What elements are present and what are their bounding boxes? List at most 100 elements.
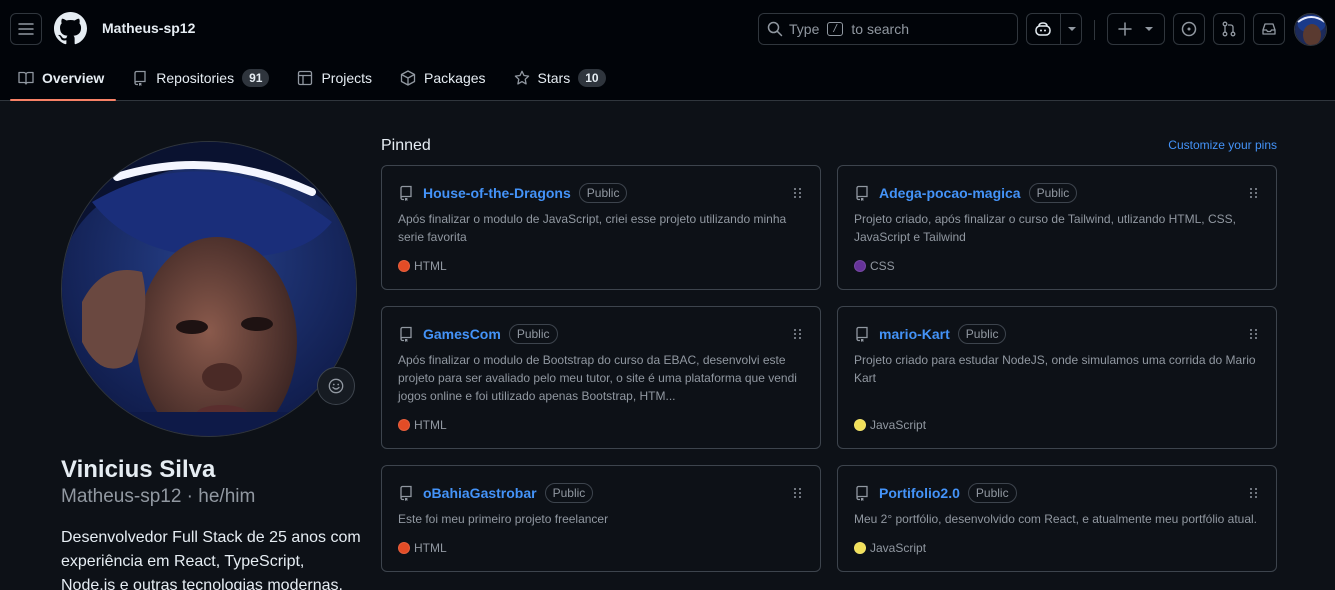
issues-button[interactable] [1173,13,1205,45]
menu-button[interactable] [10,13,42,45]
drag-handle-icon[interactable] [794,188,802,198]
profile-full-name: Vinicius Silva [61,456,216,483]
star-icon [514,70,529,85]
repo-description: Este foi meu primeiro projeto freelancer [398,512,609,526]
drag-handle-icon[interactable] [794,329,802,339]
language-name: HTML [414,259,447,273]
repo-language: HTML [398,541,447,555]
repo-description: Meu 2° portfólio, desenvolvido com React… [854,512,1258,526]
tab-overview[interactable]: Overview [10,60,117,101]
repo-name-link[interactable]: mario-Kart [879,326,950,342]
repo-name-link[interactable]: Portifolio2.0 [879,485,960,501]
pinned-repo-card: oBahiaGastrobar Public Este foi meu primei… [381,465,821,572]
repo-icon [134,70,146,86]
visibility-badge: Public [967,483,1017,503]
repo-description: Após finalizar o modulo de Bootstrap do … [398,353,797,403]
repo-description: Projeto criado para estudar NodeJS, onde… [854,353,1256,385]
pinned-repo-card: House-of-the-Dragons Public Após finalizar… [381,165,821,290]
customize-pins-link[interactable]: Customize your pins [1168,138,1277,152]
language-color-dot [854,260,866,272]
search-placeholder-suffix: to search [851,21,909,37]
tab-label: Packages [424,70,486,86]
profile-bio: Desenvolvedor Full Stack de 25 anos com … [61,529,361,590]
pinned-heading: Pinned [381,137,431,154]
create-new-button[interactable] [1107,13,1165,45]
language-name: HTML [414,418,447,432]
inbox-button[interactable] [1253,13,1285,45]
language-name: JavaScript [870,418,927,432]
tab-stars[interactable]: Stars 10 [506,60,618,96]
visibility-badge: Public [508,324,558,344]
global-header: Matheus-sp12 Type / to search Overview Rep… [0,0,1335,101]
visibility-badge: Public [957,324,1007,344]
tab-projects[interactable]: Projects [289,60,384,96]
stars-count: 10 [578,69,606,87]
repo-description: Projeto criado, após finalizar o curso d… [854,212,1236,244]
drag-handle-icon[interactable] [1250,329,1258,339]
plus-icon [1118,22,1132,36]
repositories-count: 91 [242,69,270,87]
visibility-badge: Public [1028,183,1078,203]
set-status-button[interactable] [317,367,355,405]
inbox-icon [1262,23,1276,35]
chevron-down-icon[interactable] [1067,26,1077,32]
visibility-badge: Public [578,183,628,203]
repo-name-link[interactable]: Adega-pocao-magica [879,185,1021,201]
tab-label: Projects [321,70,373,86]
tab-packages[interactable]: Packages [392,60,497,96]
repo-icon [854,185,870,201]
repo-icon [398,485,414,501]
repo-language: CSS [854,259,895,273]
tab-label: Stars [537,70,571,86]
smiley-icon [328,378,344,394]
copilot-icon [1035,22,1051,36]
language-name: JavaScript [870,541,927,555]
search-shortcut-key: / [827,22,844,36]
package-icon [400,70,416,86]
language-color-dot [398,542,410,554]
search-input[interactable]: Type / to search [758,13,1018,45]
repo-language: HTML [398,259,447,273]
language-color-dot [398,419,410,431]
table-icon [298,70,313,86]
repo-name-link[interactable]: House-of-the-Dragons [423,185,571,201]
pinned-repo-card: mario-Kart Public Projeto criado para estu… [837,306,1277,449]
repo-name-link[interactable]: GamesCom [423,326,501,342]
profile-owner-link[interactable]: Matheus-sp12 [102,20,195,36]
language-color-dot [854,542,866,554]
repo-language: HTML [398,418,447,432]
drag-handle-icon[interactable] [1250,488,1258,498]
repo-icon [854,485,870,501]
issue-opened-icon [1181,21,1197,37]
repo-language: JavaScript [854,541,926,555]
copilot-button[interactable] [1026,13,1082,45]
tab-label: Repositories [156,70,235,86]
repo-name-link[interactable]: oBahiaGastrobar [423,485,537,501]
book-icon [18,71,34,85]
hamburger-icon [18,23,34,35]
pinned-repo-card: Portifolio2.0 Public Meu 2° portfólio, des… [837,465,1277,572]
pull-request-icon [1222,21,1236,37]
repo-icon [854,326,870,342]
search-icon [767,21,783,37]
search-placeholder-prefix: Type [789,21,820,37]
repo-language: JavaScript [854,418,926,432]
tab-repositories[interactable]: Repositories 91 [124,60,281,96]
pinned-repo-card: Adega-pocao-magica Public Projeto criado, … [837,165,1277,290]
tab-label: Overview [42,70,105,86]
repo-icon [398,185,414,201]
language-color-dot [854,419,866,431]
profile-avatar[interactable] [61,141,357,437]
visibility-badge: Public [544,483,594,503]
drag-handle-icon[interactable] [1250,188,1258,198]
user-avatar[interactable] [1294,13,1327,46]
profile-tabs: Overview Repositories 91 Projects Packag… [10,60,626,101]
drag-handle-icon[interactable] [794,488,802,498]
pull-requests-button[interactable] [1213,13,1245,45]
chevron-down-icon [1145,27,1153,31]
repo-description: Após finalizar o modulo de JavaScript, c… [398,212,787,244]
header-divider [1094,20,1095,40]
github-logo-icon[interactable] [54,12,87,50]
repo-icon [398,326,414,342]
pinned-repo-card: GamesCom Public Após finalizar o modulo de… [381,306,821,449]
